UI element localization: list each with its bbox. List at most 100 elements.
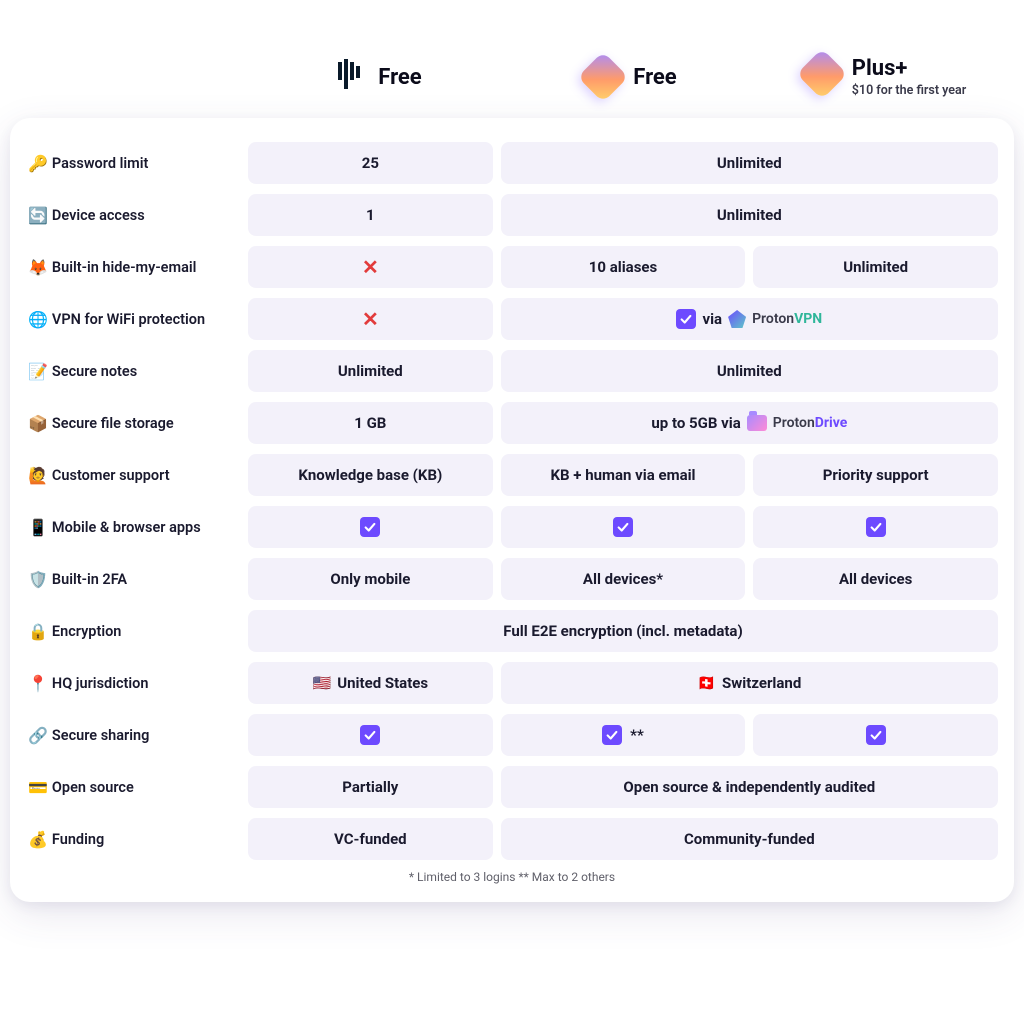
row-label-2fa: 🛡️ Built-in 2FA (26, 558, 240, 600)
proton-pass-icon (796, 49, 847, 100)
cell (501, 506, 746, 548)
row-label-text: Funding (52, 831, 104, 848)
row-label-text: Password limit (52, 155, 148, 172)
cell: Unlimited (501, 142, 998, 184)
row-label-sharing: 🔗 Secure sharing (26, 714, 240, 756)
plan-b-title: Free (633, 65, 676, 90)
table-row: 💰 Funding VC-funded Community-funded (26, 818, 998, 860)
us-flag-icon: 🇺🇸 (313, 674, 332, 692)
cell: 🇺🇸 United States (248, 662, 493, 704)
row-label-hq: 📍 HQ jurisdiction (26, 662, 240, 704)
cell (248, 506, 493, 548)
cell: Unlimited (753, 246, 998, 288)
table-row: 🔒 Encryption Full E2E encryption (incl. … (26, 610, 998, 652)
row-label-text: Encryption (52, 623, 121, 640)
plans-header: Free Free Plus+ $10 for the first year (0, 0, 1024, 118)
row-label-funding: 💰 Funding (26, 818, 240, 860)
cell: ** (501, 714, 746, 756)
table-row: 📱 Mobile & browser apps (26, 506, 998, 548)
row-label-opensource: 💳 Open source (26, 766, 240, 808)
cell: Unlimited (248, 350, 493, 392)
ch-flag-icon: 🇨🇭 (697, 674, 716, 692)
check-icon (360, 517, 380, 537)
table-row: 📦 Secure file storage 1 GB up to 5GB via… (26, 402, 998, 444)
table-row: 🛡️ Built-in 2FA Only mobile All devices*… (26, 558, 998, 600)
plan-c-subtitle: $10 for the first year (852, 83, 966, 98)
row-label-text: Mobile & browser apps (52, 519, 201, 536)
cell: All devices (753, 558, 998, 600)
cell: Only mobile (248, 558, 493, 600)
storage-text: up to 5GB via (651, 414, 740, 432)
row-label-device-access: 🔄 Device access (26, 194, 240, 236)
cross-icon: ✕ (362, 307, 379, 331)
table-row: 🔑 Password limit 25 Unlimited (26, 142, 998, 184)
cell: VC-funded (248, 818, 493, 860)
phone-icon: 📱 (28, 518, 48, 537)
cell (248, 714, 493, 756)
cell: 🇨🇭 Switzerland (501, 662, 998, 704)
cell: Knowledge base (KB) (248, 454, 493, 496)
row-label-text: Secure file storage (52, 415, 174, 432)
pin-icon: 📍 (28, 674, 48, 693)
cell: ✕ (248, 246, 493, 288)
plan-column-a: Free (254, 56, 500, 98)
check-icon (602, 725, 622, 745)
row-label-storage: 📦 Secure file storage (26, 402, 240, 444)
cell-text: United States (337, 674, 428, 692)
table-row: 📝 Secure notes Unlimited Unlimited (26, 350, 998, 392)
check-icon (676, 309, 696, 329)
table-row: 🦊 Built-in hide-my-email ✕ 10 aliases Un… (26, 246, 998, 288)
row-label-text: Device access (52, 207, 145, 224)
table-row: 🌐 VPN for WiFi protection ✕ via ProtonVP… (26, 298, 998, 340)
dashlane-icon (332, 58, 366, 96)
cell: Community-funded (501, 818, 998, 860)
row-label-support: 🙋 Customer support (26, 454, 240, 496)
row-label-apps: 📱 Mobile & browser apps (26, 506, 240, 548)
sync-icon: 🔄 (28, 206, 48, 225)
row-label-hide-email: 🦊 Built-in hide-my-email (26, 246, 240, 288)
key-icon: 🔑 (28, 154, 48, 173)
card-icon: 💳 (28, 778, 48, 797)
cell: Unlimited (501, 194, 998, 236)
table-row: 💳 Open source Partially Open source & in… (26, 766, 998, 808)
cell: All devices* (501, 558, 746, 600)
cell (753, 714, 998, 756)
cell: Full E2E encryption (incl. metadata) (248, 610, 998, 652)
cell: Unlimited (501, 350, 998, 392)
check-icon (360, 725, 380, 745)
footnotes: * Limited to 3 logins ** Max to 2 others (26, 870, 998, 884)
row-label-text: Customer support (52, 467, 170, 484)
row-label-text: Built-in 2FA (52, 571, 127, 588)
cell: Open source & independently audited (501, 766, 998, 808)
footnote-marker: ** (630, 726, 644, 744)
cell: Partially (248, 766, 493, 808)
link-icon: 🔗 (28, 726, 48, 745)
row-label-text: Open source (52, 779, 134, 796)
row-label-encryption: 🔒 Encryption (26, 610, 240, 652)
table-row: 📍 HQ jurisdiction 🇺🇸 United States 🇨🇭 Sw… (26, 662, 998, 704)
mask-icon: 🦊 (28, 258, 48, 277)
row-label-vpn: 🌐 VPN for WiFi protection (26, 298, 240, 340)
money-icon: 💰 (28, 830, 48, 849)
plan-column-b: Free (508, 56, 754, 98)
proton-pass-icon (578, 52, 629, 103)
comparison-card: 🔑 Password limit 25 Unlimited 🔄 Device a… (10, 118, 1014, 902)
check-icon (866, 517, 886, 537)
cell: ✕ (248, 298, 493, 340)
box-icon: 📦 (28, 414, 48, 433)
cell: 1 (248, 194, 493, 236)
cell: via ProtonVPN (501, 298, 998, 340)
support-icon: 🙋 (28, 466, 48, 485)
table-row: 🙋 Customer support Knowledge base (KB) K… (26, 454, 998, 496)
cell: up to 5GB via ProtonDrive (501, 402, 998, 444)
notes-icon: 📝 (28, 362, 48, 381)
plan-column-c: Plus+ $10 for the first year (762, 56, 1008, 98)
proton-drive-badge: ProtonDrive (747, 415, 848, 431)
check-icon (866, 725, 886, 745)
row-label-text: Secure sharing (52, 727, 149, 744)
row-label-text: Secure notes (52, 363, 137, 380)
globe-icon: 🌐 (28, 310, 48, 329)
cell-text: Switzerland (722, 674, 801, 692)
via-text: via (702, 310, 722, 328)
cross-icon: ✕ (362, 255, 379, 279)
